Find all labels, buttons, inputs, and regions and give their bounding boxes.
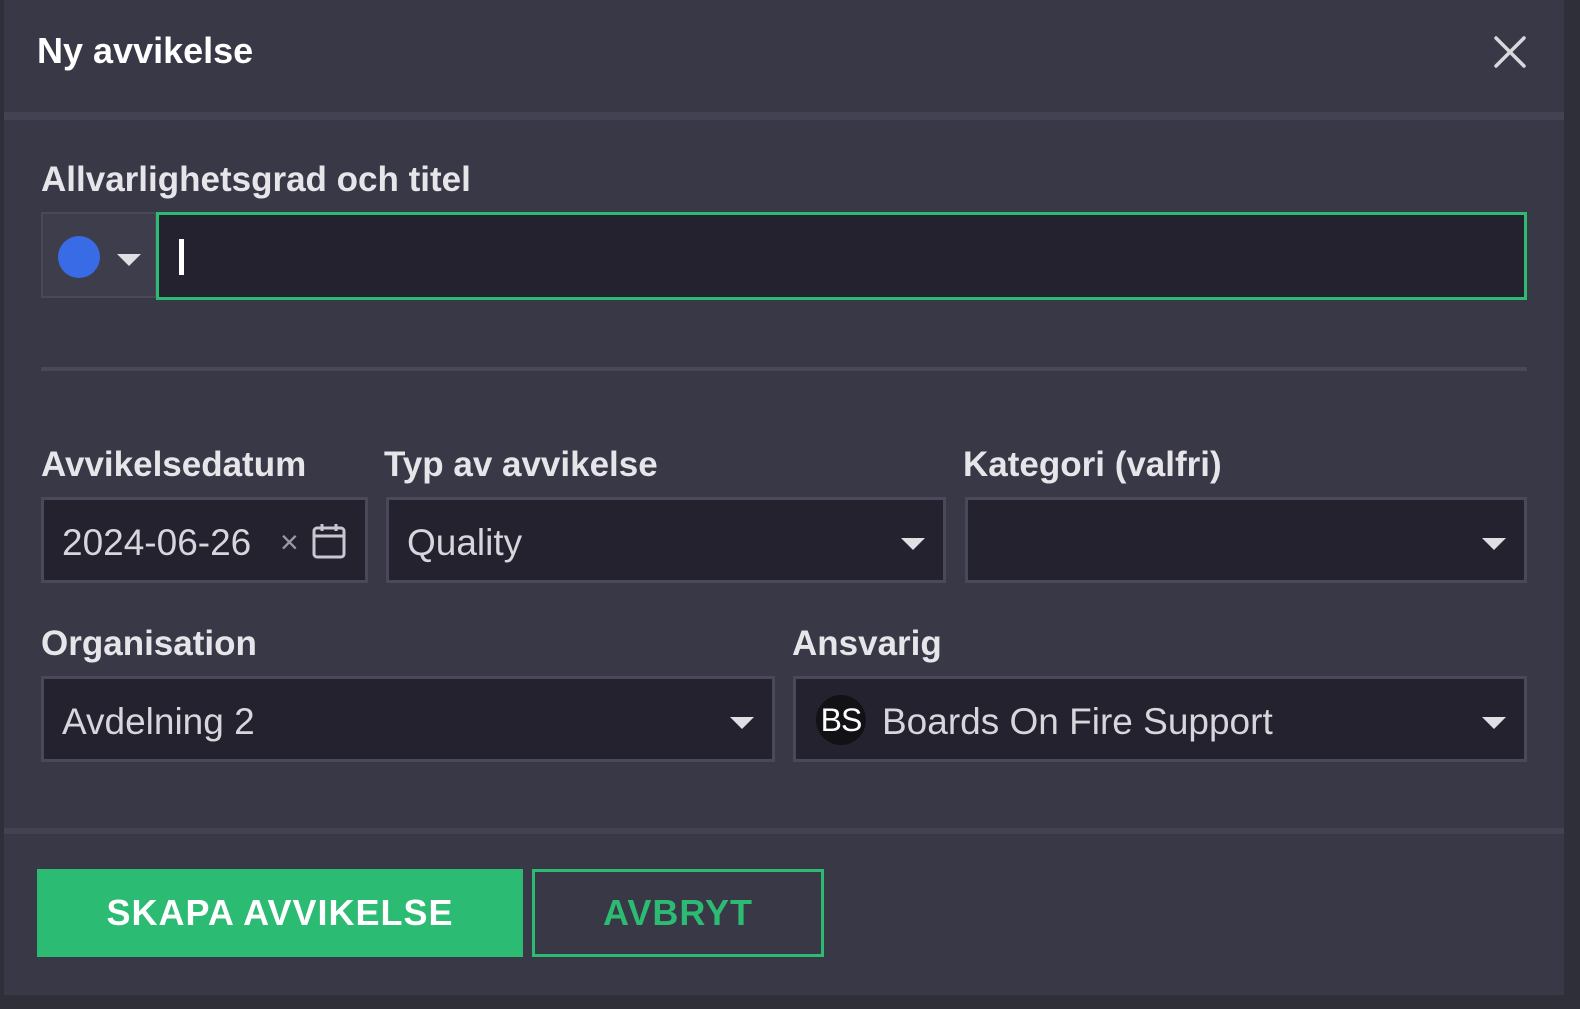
type-label: Typ av avvikelse	[384, 445, 658, 484]
category-label: Kategori (valfri)	[963, 445, 1222, 484]
organisation-label: Organisation	[41, 624, 257, 663]
avatar: BS	[816, 695, 866, 745]
dialog-title: Ny avvikelse	[37, 30, 254, 71]
responsible-label: Ansvarig	[792, 624, 942, 663]
severity-select[interactable]	[41, 212, 157, 298]
organisation-select[interactable]: Avdelning 2	[41, 676, 775, 762]
date-label: Avvikelsedatum	[41, 445, 307, 484]
dialog-header: Ny avvikelse	[4, 0, 1564, 112]
type-value: Quality	[407, 522, 523, 563]
severity-indicator	[58, 236, 100, 278]
create-deviation-button[interactable]: SKAPA AVVIKELSE	[37, 869, 523, 957]
title-input[interactable]	[156, 212, 1527, 300]
close-icon[interactable]	[1490, 32, 1530, 72]
type-select[interactable]: Quality	[386, 497, 946, 583]
chevron-down-icon	[901, 538, 925, 550]
header-divider	[4, 112, 1564, 120]
section-divider	[41, 367, 1527, 371]
cancel-button[interactable]: AVBRYT	[532, 869, 824, 957]
date-value: 2024-06-26	[62, 522, 252, 563]
severity-title-label: Allvarlighetsgrad och titel	[41, 160, 471, 199]
text-cursor	[179, 239, 184, 275]
category-select[interactable]	[965, 497, 1527, 583]
responsible-value: Boards On Fire Support	[882, 701, 1273, 742]
chevron-down-icon	[117, 254, 141, 266]
chevron-down-icon	[1482, 717, 1506, 729]
new-deviation-dialog: Ny avvikelse Allvarlighetsgrad och titel…	[4, 0, 1564, 995]
calendar-icon[interactable]	[312, 523, 346, 559]
responsible-select[interactable]: BS Boards On Fire Support	[793, 676, 1527, 762]
chevron-down-icon	[730, 717, 754, 729]
chevron-down-icon	[1482, 538, 1506, 550]
clear-date-icon[interactable]: ×	[280, 524, 299, 561]
organisation-value: Avdelning 2	[62, 701, 255, 742]
footer-divider	[4, 828, 1564, 834]
date-field[interactable]: 2024-06-26 ×	[41, 497, 368, 583]
